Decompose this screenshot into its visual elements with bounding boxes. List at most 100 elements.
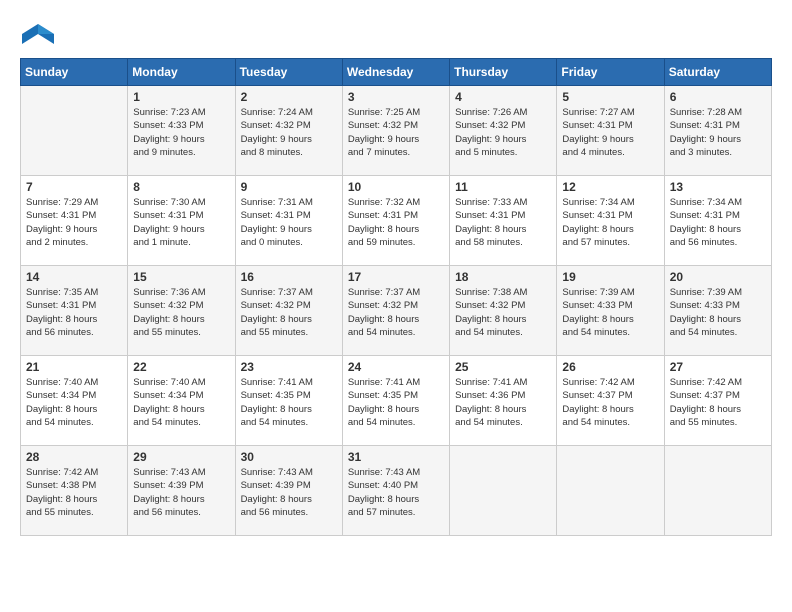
calendar-cell: 17Sunrise: 7:37 AM Sunset: 4:32 PM Dayli… [342,266,449,356]
day-info: Sunrise: 7:38 AM Sunset: 4:32 PM Dayligh… [455,286,551,339]
day-info: Sunrise: 7:43 AM Sunset: 4:39 PM Dayligh… [241,466,337,519]
day-number: 17 [348,270,444,284]
logo [20,20,60,48]
calendar-cell: 6 Sunrise: 7:28 AM Sunset: 4:31 PM Daylig… [664,86,771,176]
col-header-wednesday: Wednesday [342,59,449,86]
calendar-cell: 26 Sunrise: 7:42 AM Sunset: 4:37 PM Dayli… [557,356,664,446]
week-row-1: 1Sunrise: 7:23 AM Sunset: 4:33 PM Daylig… [21,86,772,176]
day-number: 5 [562,90,658,104]
day-number: 24 [348,360,444,374]
calendar-cell: 1Sunrise: 7:23 AM Sunset: 4:33 PM Daylig… [128,86,235,176]
calendar-cell: 18 Sunrise: 7:38 AM Sunset: 4:32 PM Dayli… [450,266,557,356]
day-info: Sunrise: 7:23 AM Sunset: 4:33 PM Dayligh… [133,106,229,159]
day-info: Sunrise: 7:24 AM Sunset: 4:32 PM Dayligh… [241,106,337,159]
day-number: 6 [670,90,766,104]
calendar-cell: 27 Sunrise: 7:42 AM Sunset: 4:37 PM Dayli… [664,356,771,446]
col-header-monday: Monday [128,59,235,86]
day-info: Sunrise: 7:42 AM Sunset: 4:37 PM Dayligh… [670,376,766,429]
day-number: 9 [241,180,337,194]
calendar-table: SundayMondayTuesdayWednesdayThursdayFrid… [20,58,772,536]
day-info: Sunrise: 7:40 AM Sunset: 4:34 PM Dayligh… [133,376,229,429]
day-info: Sunrise: 7:33 AM Sunset: 4:31 PM Dayligh… [455,196,551,249]
day-number: 22 [133,360,229,374]
day-number: 29 [133,450,229,464]
col-header-friday: Friday [557,59,664,86]
day-number: 27 [670,360,766,374]
day-info: Sunrise: 7:31 AM Sunset: 4:31 PM Dayligh… [241,196,337,249]
calendar-cell: 12 Sunrise: 7:34 AM Sunset: 4:31 PM Dayli… [557,176,664,266]
calendar-cell: 7Sunrise: 7:29 AM Sunset: 4:31 PM Daylig… [21,176,128,266]
day-number: 11 [455,180,551,194]
day-info: Sunrise: 7:43 AM Sunset: 4:40 PM Dayligh… [348,466,444,519]
calendar-cell: 10Sunrise: 7:32 AM Sunset: 4:31 PM Dayli… [342,176,449,266]
day-number: 26 [562,360,658,374]
calendar-cell: 24 Sunrise: 7:41 AM Sunset: 4:35 PM Dayli… [342,356,449,446]
header-row: SundayMondayTuesdayWednesdayThursdayFrid… [21,59,772,86]
calendar-cell: 31 Sunrise: 7:43 AM Sunset: 4:40 PM Dayli… [342,446,449,536]
calendar-cell: 16 Sunrise: 7:37 AM Sunset: 4:32 PM Dayli… [235,266,342,356]
calendar-cell: 11 Sunrise: 7:33 AM Sunset: 4:31 PM Dayli… [450,176,557,266]
page-header [20,20,772,48]
day-number: 30 [241,450,337,464]
col-header-saturday: Saturday [664,59,771,86]
day-info: Sunrise: 7:37 AM Sunset: 4:32 PM Dayligh… [241,286,337,339]
day-info: Sunrise: 7:41 AM Sunset: 4:36 PM Dayligh… [455,376,551,429]
week-row-3: 14 Sunrise: 7:35 AM Sunset: 4:31 PM Dayli… [21,266,772,356]
day-number: 15 [133,270,229,284]
day-number: 28 [26,450,122,464]
col-header-tuesday: Tuesday [235,59,342,86]
day-info: Sunrise: 7:25 AM Sunset: 4:32 PM Dayligh… [348,106,444,159]
calendar-cell [21,86,128,176]
day-number: 19 [562,270,658,284]
day-info: Sunrise: 7:32 AM Sunset: 4:31 PM Dayligh… [348,196,444,249]
day-number: 4 [455,90,551,104]
day-info: Sunrise: 7:41 AM Sunset: 4:35 PM Dayligh… [241,376,337,429]
day-info: Sunrise: 7:28 AM Sunset: 4:31 PM Dayligh… [670,106,766,159]
calendar-cell: 19 Sunrise: 7:39 AM Sunset: 4:33 PM Dayli… [557,266,664,356]
logo-icon [20,20,56,48]
day-number: 21 [26,360,122,374]
week-row-4: 21 Sunrise: 7:40 AM Sunset: 4:34 PM Dayli… [21,356,772,446]
day-info: Sunrise: 7:35 AM Sunset: 4:31 PM Dayligh… [26,286,122,339]
week-row-2: 7Sunrise: 7:29 AM Sunset: 4:31 PM Daylig… [21,176,772,266]
calendar-cell: 23 Sunrise: 7:41 AM Sunset: 4:35 PM Dayli… [235,356,342,446]
day-info: Sunrise: 7:39 AM Sunset: 4:33 PM Dayligh… [670,286,766,339]
calendar-cell: 3 Sunrise: 7:25 AM Sunset: 4:32 PM Daylig… [342,86,449,176]
calendar-cell: 14 Sunrise: 7:35 AM Sunset: 4:31 PM Dayli… [21,266,128,356]
day-info: Sunrise: 7:34 AM Sunset: 4:31 PM Dayligh… [670,196,766,249]
calendar-cell: 28 Sunrise: 7:42 AM Sunset: 4:38 PM Dayli… [21,446,128,536]
day-number: 13 [670,180,766,194]
day-number: 14 [26,270,122,284]
day-info: Sunrise: 7:27 AM Sunset: 4:31 PM Dayligh… [562,106,658,159]
day-info: Sunrise: 7:42 AM Sunset: 4:38 PM Dayligh… [26,466,122,519]
calendar-cell: 5 Sunrise: 7:27 AM Sunset: 4:31 PM Daylig… [557,86,664,176]
calendar-cell: 29Sunrise: 7:43 AM Sunset: 4:39 PM Dayli… [128,446,235,536]
col-header-sunday: Sunday [21,59,128,86]
day-info: Sunrise: 7:42 AM Sunset: 4:37 PM Dayligh… [562,376,658,429]
calendar-cell [557,446,664,536]
day-info: Sunrise: 7:36 AM Sunset: 4:32 PM Dayligh… [133,286,229,339]
day-info: Sunrise: 7:41 AM Sunset: 4:35 PM Dayligh… [348,376,444,429]
calendar-cell: 9 Sunrise: 7:31 AM Sunset: 4:31 PM Daylig… [235,176,342,266]
day-number: 18 [455,270,551,284]
calendar-cell: 4 Sunrise: 7:26 AM Sunset: 4:32 PM Daylig… [450,86,557,176]
day-number: 31 [348,450,444,464]
day-number: 12 [562,180,658,194]
day-info: Sunrise: 7:39 AM Sunset: 4:33 PM Dayligh… [562,286,658,339]
week-row-5: 28 Sunrise: 7:42 AM Sunset: 4:38 PM Dayli… [21,446,772,536]
calendar-cell: 13 Sunrise: 7:34 AM Sunset: 4:31 PM Dayli… [664,176,771,266]
day-info: Sunrise: 7:30 AM Sunset: 4:31 PM Dayligh… [133,196,229,249]
calendar-cell: 22 Sunrise: 7:40 AM Sunset: 4:34 PM Dayli… [128,356,235,446]
day-number: 8 [133,180,229,194]
calendar-cell: 25Sunrise: 7:41 AM Sunset: 4:36 PM Dayli… [450,356,557,446]
col-header-thursday: Thursday [450,59,557,86]
day-number: 3 [348,90,444,104]
calendar-cell [664,446,771,536]
day-number: 16 [241,270,337,284]
day-info: Sunrise: 7:34 AM Sunset: 4:31 PM Dayligh… [562,196,658,249]
calendar-cell [450,446,557,536]
day-number: 23 [241,360,337,374]
day-info: Sunrise: 7:26 AM Sunset: 4:32 PM Dayligh… [455,106,551,159]
day-number: 7 [26,180,122,194]
day-number: 20 [670,270,766,284]
